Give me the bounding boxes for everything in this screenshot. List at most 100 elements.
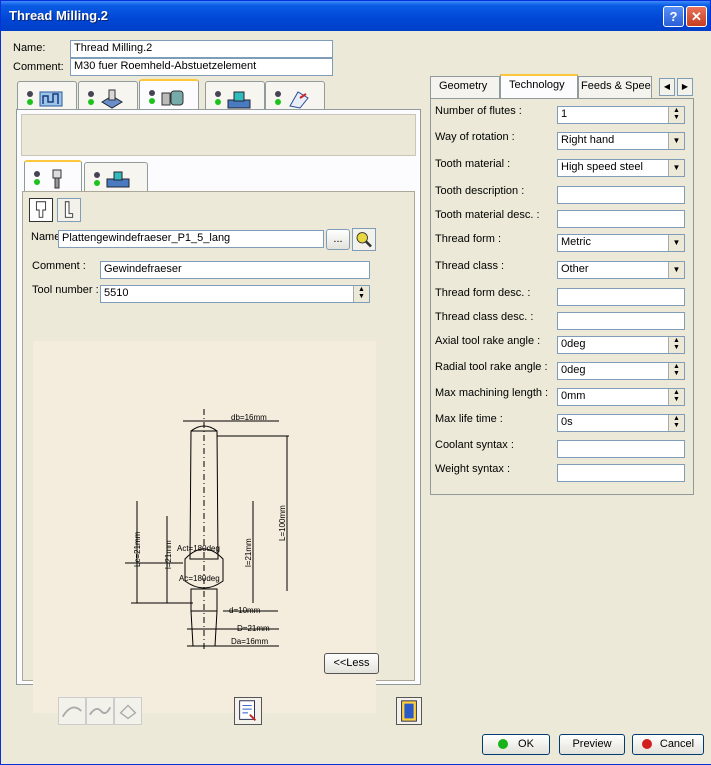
close-button[interactable]: ✕ xyxy=(686,6,707,27)
film-play-icon xyxy=(401,700,417,722)
comment-field[interactable]: M30 fuer Roemheld-Abstuetzelement xyxy=(70,58,333,76)
weight-label: Weight syntax : xyxy=(435,463,510,475)
coolant-field[interactable] xyxy=(557,440,685,458)
drawing-label-d: d=10mm xyxy=(229,606,261,615)
axial-rake-value: 0deg xyxy=(561,338,586,350)
cancel-icon xyxy=(641,739,652,750)
drawing-label-L: L=100mm xyxy=(278,505,287,541)
endmill-tool-icon xyxy=(64,201,74,218)
rotation-select[interactable]: Right hand ▼ xyxy=(557,132,685,150)
max-life-spinner[interactable]: ▲ ▼ xyxy=(668,415,684,431)
help-button[interactable]: ? xyxy=(663,6,684,27)
title-bar[interactable]: Thread Milling.2 ? ✕ xyxy=(1,1,710,31)
radial-rake-spinner[interactable]: ▲ ▼ xyxy=(668,363,684,379)
replay-icon xyxy=(61,706,82,718)
tool-path-replay-button[interactable] xyxy=(396,697,422,725)
rotation-label: Way of rotation : xyxy=(435,131,515,143)
replay-tool-button[interactable] xyxy=(58,697,86,725)
chevron-down-icon[interactable]: ▼ xyxy=(668,262,684,278)
tab-geometry-right[interactable]: Geometry xyxy=(430,76,500,98)
dialog-client: Name: Thread Milling.2 Comment: M30 fuer… xyxy=(2,31,711,764)
simulation-button[interactable] xyxy=(86,697,114,725)
tool-number-value: 5510 xyxy=(104,287,129,299)
chevron-down-icon[interactable]: ▼ xyxy=(668,235,684,251)
drawing-label-l: l=21mm xyxy=(164,540,173,569)
flutes-spinner[interactable]: ▲ ▼ xyxy=(668,107,684,123)
tooth-desc-field[interactable] xyxy=(557,186,685,204)
dialog-window: Thread Milling.2 ? ✕ Name: Thread Millin… xyxy=(0,0,711,765)
analysis-icon xyxy=(119,704,137,720)
preview-button[interactable]: Preview xyxy=(559,734,625,755)
drawing-label-Da: Da=16mm xyxy=(231,637,268,646)
thread-form-desc-field[interactable] xyxy=(557,288,685,306)
feeds-speeds-icon xyxy=(227,91,251,109)
chevron-down-icon[interactable]: ▼ xyxy=(668,160,684,176)
part-geometry-icon xyxy=(101,89,123,109)
radial-rake-field[interactable]: 0deg ▲ ▼ xyxy=(557,362,685,380)
cancel-button[interactable]: Cancel xyxy=(632,734,704,755)
axial-rake-spinner[interactable]: ▲ ▼ xyxy=(668,337,684,353)
radial-rake-value: 0deg xyxy=(561,364,586,376)
drawing-label-D: D=21mm xyxy=(237,624,270,633)
tab-feeds-right[interactable]: Feeds & Speed xyxy=(578,76,652,98)
name-field[interactable]: Thread Milling.2 xyxy=(70,40,333,58)
name-label: Name: xyxy=(13,42,46,54)
tab-tool-geometry[interactable] xyxy=(24,160,82,194)
tool-type-button-1[interactable] xyxy=(29,198,53,222)
max-life-field[interactable]: 0s ▲ ▼ xyxy=(557,414,685,432)
analysis-button[interactable] xyxy=(114,697,142,725)
tool-technology-icon xyxy=(106,171,130,188)
tab-technology-right[interactable]: Technology xyxy=(500,74,578,98)
simulation-icon xyxy=(89,706,112,716)
max-length-value: 0mm xyxy=(561,390,586,402)
report-button[interactable] xyxy=(234,697,262,725)
thread-form-select[interactable]: Metric ▼ xyxy=(557,234,685,252)
thread-class-desc-label: Thread class desc. : xyxy=(435,311,534,323)
coolant-label: Coolant syntax : xyxy=(435,439,514,451)
chevron-down-icon[interactable]: ▼ xyxy=(668,133,684,149)
thread-mill-tool-icon xyxy=(35,201,47,218)
max-life-label: Max life time : xyxy=(435,413,503,425)
flutes-field[interactable]: 1 ▲ ▼ xyxy=(557,106,685,124)
tool-number-label: Tool number : xyxy=(32,284,99,296)
tool-number-field[interactable]: 5510 ▲ ▼ xyxy=(100,285,370,303)
tool-type-button-2[interactable] xyxy=(57,198,81,222)
tool-name-label: Name xyxy=(31,231,61,243)
max-length-field[interactable]: 0mm ▲ ▼ xyxy=(557,388,685,406)
thread-class-value: Other xyxy=(561,263,589,275)
drawing-label-ac: Ac=180deg xyxy=(179,574,220,583)
cancel-label: Cancel xyxy=(659,738,695,750)
tooth-mat-desc-field[interactable] xyxy=(557,210,685,228)
tabs-scroll-left-button[interactable]: ◀ xyxy=(659,78,675,96)
drawing-label-l-right: l=21mm xyxy=(244,538,253,567)
technology-panel: Number of flutes : 1 ▲ ▼ Way of rotation … xyxy=(430,98,694,495)
thread-class-desc-field[interactable] xyxy=(557,312,685,330)
less-button[interactable]: <<Less xyxy=(324,653,379,674)
report-icon xyxy=(239,700,257,721)
axial-rake-label: Axial tool rake angle : xyxy=(435,335,541,347)
tabs-scroll-right-button[interactable]: ▶ xyxy=(677,78,693,96)
flutes-label: Number of flutes : xyxy=(435,105,522,117)
browse-button[interactable]: ... xyxy=(326,229,350,250)
tool-comment-label: Comment : xyxy=(32,260,86,272)
ok-label: OK xyxy=(518,738,534,750)
strategy-icon xyxy=(39,91,63,107)
axial-rake-field[interactable]: 0deg ▲ ▼ xyxy=(557,336,685,354)
tool-search-button[interactable] xyxy=(352,228,376,251)
ok-button[interactable]: OK xyxy=(482,734,550,755)
tab-tool[interactable] xyxy=(139,79,199,113)
max-length-spinner[interactable]: ▲ ▼ xyxy=(668,389,684,405)
thread-class-select[interactable]: Other ▼ xyxy=(557,261,685,279)
tool-number-spinner[interactable]: ▲ ▼ xyxy=(353,286,369,302)
macros-icon xyxy=(289,91,309,109)
tab-tool-technology[interactable] xyxy=(84,162,148,194)
weight-field[interactable] xyxy=(557,464,685,482)
tool-comment-field[interactable]: Gewindefraeser xyxy=(100,261,370,279)
tooth-material-select[interactable]: High speed steel ▼ xyxy=(557,159,685,177)
radial-rake-label: Radial tool rake angle : xyxy=(435,361,548,373)
max-length-label: Max machining length : xyxy=(435,387,549,399)
tool-name-field[interactable]: Plattengewindefraeser_P1_5_lang xyxy=(58,230,324,248)
tool-info-strip xyxy=(21,114,416,156)
flutes-value: 1 xyxy=(561,108,568,120)
magnifier-icon xyxy=(356,232,372,248)
